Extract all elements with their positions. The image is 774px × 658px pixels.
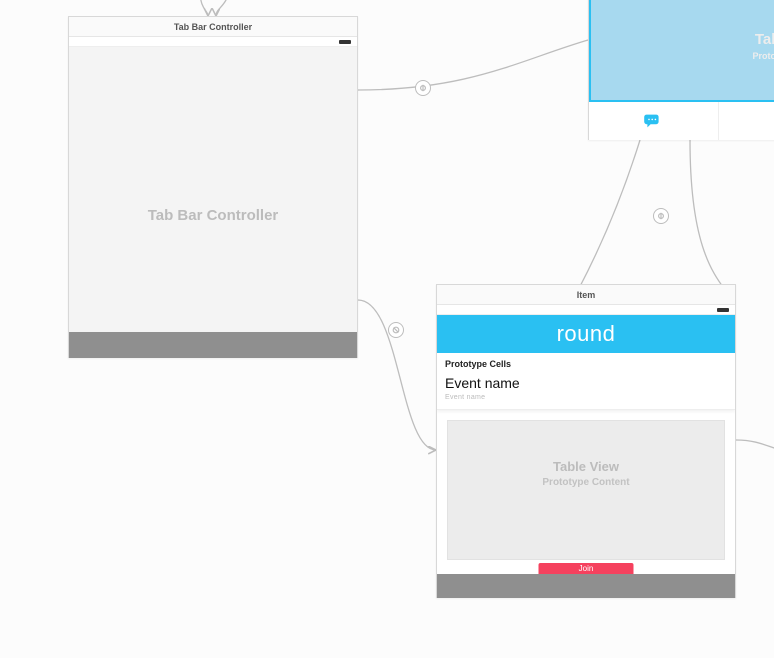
scene-title: Tab Bar Controller [69,17,357,37]
tab-bar[interactable] [437,574,735,598]
prototype-cells-label: Prototype Cells [437,353,735,371]
segue-badge-show-1 [388,322,404,338]
placeholder-label: Tab Bar Controller [69,207,357,224]
status-bar [69,37,357,47]
cell-title-label: Event name [445,375,727,391]
tab-home[interactable] [719,102,774,140]
tab-bar [589,102,774,140]
chat-icon [643,113,663,129]
tab-bar[interactable] [69,332,357,358]
table-view-label: Table View [448,459,724,474]
table-cell[interactable]: Event name Event name [437,371,735,410]
segue-badge-relationship-1 [415,80,431,96]
segue-badge-relationship-2 [653,208,669,224]
prototype-content-label: Prototype Content [448,477,724,488]
table-view-label: Table View [755,31,774,48]
scene-body: round Prototype Cells Event name Event n… [437,305,735,598]
status-bar [437,305,735,315]
cell-subtitle-label: Event name [445,394,727,401]
prototype-content-label: Prototype Content [753,51,774,61]
scene-item[interactable]: Item round Prototype Cells Event name Ev… [436,284,736,598]
scene-partial-view[interactable]: Table View Prototype Content [588,0,774,140]
tab-chat[interactable] [589,102,719,140]
inner-table-view[interactable]: Table View Prototype Content [447,420,725,560]
navigation-bar-title: round [437,315,735,353]
scene-tab-bar-controller[interactable]: Tab Bar Controller Tab Bar Controller [68,16,358,358]
scene-body: Tab Bar Controller [69,37,357,358]
scene-title: Item [437,285,735,305]
table-view-selected[interactable]: Table View Prototype Content [589,0,774,102]
